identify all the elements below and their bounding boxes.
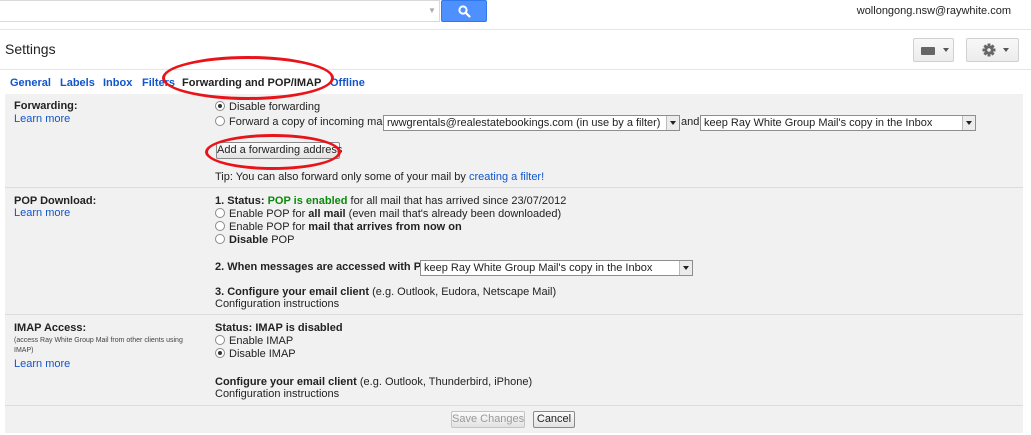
page-title: Settings	[5, 41, 56, 57]
imap-access-note: (access Ray White Group Mail from other …	[14, 337, 183, 354]
section-divider	[5, 405, 1023, 406]
chevron-down-icon	[1003, 48, 1009, 52]
radio-unselected-icon[interactable]	[215, 208, 225, 218]
radio-selected-icon[interactable]	[215, 101, 225, 111]
forwarding-forward-option[interactable]: Forward a copy of incoming mail to	[215, 116, 400, 128]
forwarding-tip-text: Tip: You can also forward only some of y…	[215, 171, 466, 183]
imap-access-label: IMAP Access:	[14, 322, 87, 334]
pop-download-label: POP Download:	[14, 195, 97, 207]
settings-panel: Forwarding: Learn more Disable forwardin…	[5, 94, 1023, 433]
imap-configure: Configure your email client (e.g. Outloo…	[215, 376, 532, 388]
create-filter-link[interactable]: creating a filter!	[469, 171, 544, 183]
radio-selected-icon[interactable]	[215, 348, 225, 358]
forwarding-and-text: and	[681, 116, 700, 128]
imap-status: Status: IMAP is disabled	[215, 322, 343, 334]
forwarding-forward-label: Forward a copy of incoming mail to	[229, 116, 400, 128]
pop-access-action-select[interactable]: keep Ray White Group Mail's copy in the …	[420, 260, 693, 276]
pop-option-disable[interactable]: Disable POP	[215, 234, 294, 246]
pop-step2-label: 2. When messages are accessed with POP	[215, 261, 437, 273]
radio-unselected-icon[interactable]	[215, 116, 225, 126]
pop-option-suffix: POP	[271, 234, 295, 246]
chevron-down-icon	[679, 261, 692, 275]
imap-option-disable[interactable]: Disable IMAP	[215, 348, 296, 360]
pop-option-from-now[interactable]: Enable POP for mail that arrives from no…	[215, 221, 462, 233]
forward-address-select[interactable]: rwwgrentals@realestatebookings.com (in u…	[383, 115, 680, 131]
imap-configuration-instructions-link[interactable]: Configuration instructions	[215, 388, 339, 400]
add-forwarding-address-button[interactable]: Add a forwarding address	[216, 142, 342, 159]
pop-configuration-instructions-link[interactable]: Configuration instructions	[215, 298, 339, 310]
search-input[interactable]	[0, 0, 440, 22]
forward-address-value: rwwgrentals@realestatebookings.com (in u…	[387, 117, 661, 129]
save-changes-button[interactable]: Save Changes	[451, 411, 525, 428]
pop-step3-suffix: (e.g. Outlook, Eudora, Netscape Mail)	[372, 286, 557, 298]
pop-learn-more-link[interactable]: Learn more	[14, 207, 70, 219]
tab-inbox[interactable]: Inbox	[103, 77, 132, 89]
section-divider	[5, 187, 1023, 188]
pop-option-text: Enable POP for	[229, 208, 306, 220]
top-bar: ▼ wollongong.nsw@raywhite.com	[0, 0, 1031, 28]
forwarding-tip: Tip: You can also forward only some of y…	[215, 171, 544, 183]
pop-step3: 3. Configure your email client (e.g. Out…	[215, 286, 556, 298]
tab-offline[interactable]: Offline	[330, 77, 365, 89]
pop-status-value: POP is enabled	[267, 195, 348, 207]
forwarding-disable-option[interactable]: Disable forwarding	[215, 101, 320, 113]
pop-option-bold: all mail	[308, 208, 346, 220]
imap-learn-more-link[interactable]: Learn more	[14, 358, 70, 370]
forwarding-label: Forwarding:	[14, 100, 78, 112]
account-email[interactable]: wollongong.nsw@raywhite.com	[857, 5, 1011, 17]
pop-status: 1. Status: POP is enabled for all mail t…	[215, 195, 566, 207]
chevron-down-icon	[666, 116, 679, 130]
imap-disable-label: Disable IMAP	[229, 348, 296, 360]
search-icon	[458, 5, 471, 18]
divider	[0, 29, 1031, 30]
search-button[interactable]	[441, 0, 487, 22]
cancel-button[interactable]: Cancel	[533, 411, 575, 428]
pop-status-label: 1. Status:	[215, 195, 265, 207]
pop-access-action-value: keep Ray White Group Mail's copy in the …	[424, 262, 653, 274]
radio-unselected-icon[interactable]	[215, 335, 225, 345]
keyboard-icon	[921, 47, 935, 55]
tab-labels[interactable]: Labels	[60, 77, 95, 89]
settings-gear-button[interactable]	[966, 38, 1019, 62]
tab-forwarding-pop-imap[interactable]: Forwarding and POP/IMAP	[182, 77, 321, 89]
search-options-caret-icon[interactable]: ▼	[428, 6, 436, 15]
pop-option-bold: mail that arrives from now on	[308, 221, 462, 233]
forwarding-disable-label: Disable forwarding	[229, 101, 321, 113]
imap-configure-suffix: (e.g. Outlook, Thunderbird, iPhone)	[359, 376, 533, 388]
pop-status-suffix: for all mail that has arrived since 23/0…	[350, 195, 567, 207]
divider	[0, 69, 1031, 70]
pop-option-suffix: (even mail that's already been downloade…	[348, 208, 562, 220]
chevron-down-icon	[962, 116, 975, 130]
pop-option-text: Enable POP for	[229, 221, 306, 233]
chevron-down-icon	[943, 48, 949, 52]
section-divider	[5, 314, 1023, 315]
tab-general[interactable]: General	[10, 77, 51, 89]
forward-keep-action-value: keep Ray White Group Mail's copy in the …	[704, 117, 933, 129]
tab-filters[interactable]: Filters	[142, 77, 175, 89]
pop-option-all-mail[interactable]: Enable POP for all mail (even mail that'…	[215, 208, 561, 220]
imap-enable-label: Enable IMAP	[229, 335, 294, 347]
forwarding-learn-more-link[interactable]: Learn more	[14, 113, 70, 125]
radio-unselected-icon[interactable]	[215, 234, 225, 244]
pop-option-bold: Disable	[229, 234, 269, 246]
pop-step3-label: 3. Configure your email client	[215, 286, 370, 298]
imap-option-enable[interactable]: Enable IMAP	[215, 335, 293, 347]
input-tools-button[interactable]	[913, 38, 954, 62]
radio-unselected-icon[interactable]	[215, 221, 225, 231]
imap-configure-label: Configure your email client	[215, 376, 357, 388]
gear-icon	[982, 43, 996, 57]
forward-keep-action-select[interactable]: keep Ray White Group Mail's copy in the …	[700, 115, 976, 131]
